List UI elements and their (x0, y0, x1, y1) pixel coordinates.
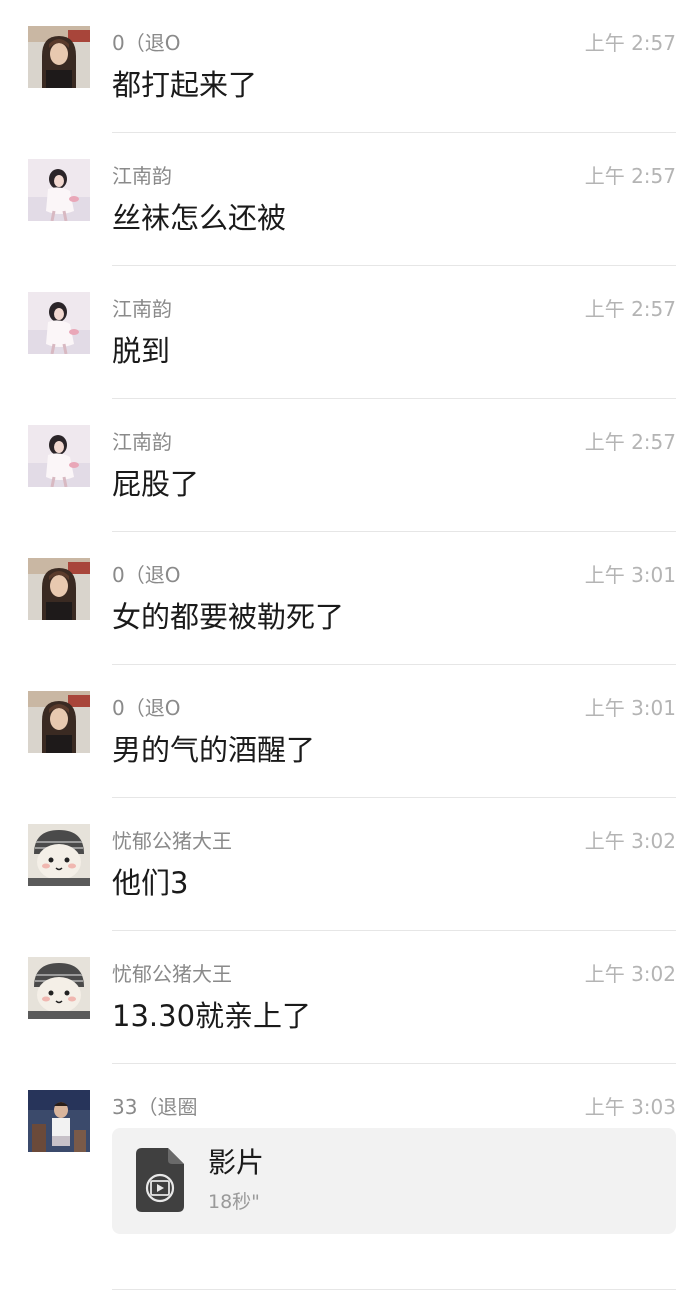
message-time: 上午 2:57 (584, 31, 676, 55)
girl-white-dress-avatar[interactable] (28, 425, 90, 487)
video-duration: 18秒" (208, 1191, 260, 1213)
message-time: 上午 3:02 (584, 962, 676, 986)
plush-toy-avatar[interactable] (28, 957, 90, 1019)
message-text[interactable]: 女的都要被勒死了 (112, 598, 344, 636)
child-photo-avatar[interactable] (28, 1090, 90, 1152)
chat-message[interactable]: 江南韵 上午 2:57 脱到 (0, 266, 696, 399)
message-time: 上午 3:03 (584, 1095, 676, 1119)
girl-dark-hair-avatar[interactable] (28, 26, 90, 88)
message-text[interactable]: 屁股了 (112, 465, 199, 503)
girl-white-dress-avatar[interactable] (28, 292, 90, 354)
chat-message-list: 0（退O 上午 2:57 都打起来了 江南韵 上午 2:57 丝袜怎么还被 江南韵 上午 2:… (0, 0, 696, 1304)
message-time: 上午 2:57 (584, 297, 676, 321)
girl-white-dress-avatar[interactable] (28, 159, 90, 221)
chat-message-video[interactable]: 33（退圈 上午 3:03 影片 18秒" (0, 1064, 696, 1304)
chat-message[interactable]: 0（退O 上午 2:57 都打起来了 (0, 0, 696, 133)
sender-name: 0（退O (112, 696, 181, 720)
chat-message[interactable]: 忧郁公猪大王 上午 3:02 他们3 (0, 798, 696, 931)
chat-message[interactable]: 江南韵 上午 2:57 丝袜怎么还被 (0, 133, 696, 266)
chat-message[interactable]: 0（退O 上午 3:01 女的都要被勒死了 (0, 532, 696, 665)
video-file-icon (136, 1148, 184, 1212)
message-text[interactable]: 他们3 (112, 864, 188, 902)
sender-name: 江南韵 (112, 297, 172, 321)
message-time: 上午 3:01 (584, 563, 676, 587)
message-time: 上午 2:57 (584, 164, 676, 188)
sender-name: 忧郁公猪大王 (112, 962, 232, 986)
video-title: 影片 (208, 1146, 265, 1179)
sender-name: 0（退O (112, 563, 181, 587)
sender-name: 江南韵 (112, 164, 172, 188)
sender-name: 33（退圈 (112, 1095, 198, 1119)
sender-name: 江南韵 (112, 430, 172, 454)
chat-message[interactable]: 0（退O 上午 3:01 男的气的酒醒了 (0, 665, 696, 798)
plush-toy-avatar[interactable] (28, 824, 90, 886)
chat-message[interactable]: 江南韵 上午 2:57 屁股了 (0, 399, 696, 532)
girl-dark-hair-avatar[interactable] (28, 691, 90, 753)
message-text[interactable]: 都打起来了 (112, 66, 257, 104)
sender-name: 0（退O (112, 31, 181, 55)
message-time: 上午 3:01 (584, 696, 676, 720)
message-text[interactable]: 男的气的酒醒了 (112, 731, 315, 769)
message-time: 上午 3:02 (584, 829, 676, 853)
message-text[interactable]: 13.30就亲上了 (112, 997, 311, 1035)
message-text[interactable]: 丝袜怎么还被 (112, 199, 286, 237)
sender-name: 忧郁公猪大王 (112, 829, 232, 853)
message-time: 上午 2:57 (584, 430, 676, 454)
video-file-card[interactable]: 影片 18秒" (112, 1128, 676, 1234)
girl-dark-hair-avatar[interactable] (28, 558, 90, 620)
message-text[interactable]: 脱到 (112, 332, 170, 370)
chat-message[interactable]: 忧郁公猪大王 上午 3:02 13.30就亲上了 (0, 931, 696, 1064)
message-divider (112, 1289, 676, 1290)
